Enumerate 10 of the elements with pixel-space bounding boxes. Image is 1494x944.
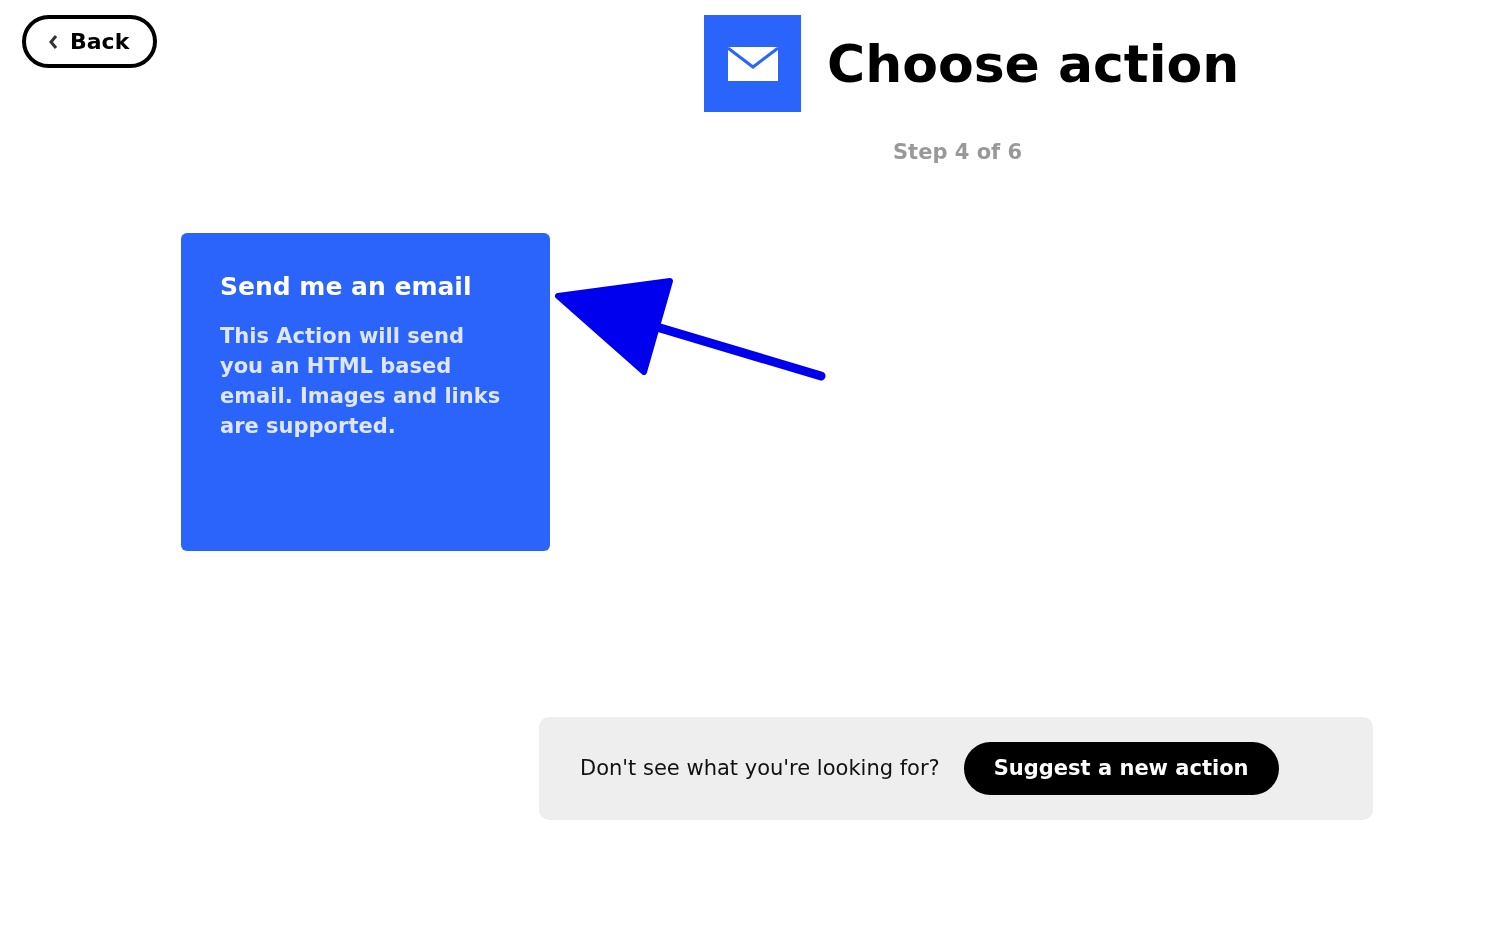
action-description: This Action will send you an HTML based email. Images and links are supported. [220, 323, 502, 440]
suggest-action-button[interactable]: Suggest a new action [963, 742, 1279, 795]
back-button[interactable]: Back [22, 15, 157, 68]
chevron-left-icon [48, 33, 58, 50]
page-title: Choose action [827, 37, 1240, 90]
email-app-icon [704, 15, 801, 112]
action-card[interactable]: Send me an email This Action will send you an HTML based email. Images and links are supported. [181, 233, 550, 551]
action-title: Send me an email [220, 271, 473, 303]
suggestion-prompt: Don't see what you're looking for? [580, 754, 940, 782]
step-indicator: Step 4 of 6 [893, 139, 1023, 166]
